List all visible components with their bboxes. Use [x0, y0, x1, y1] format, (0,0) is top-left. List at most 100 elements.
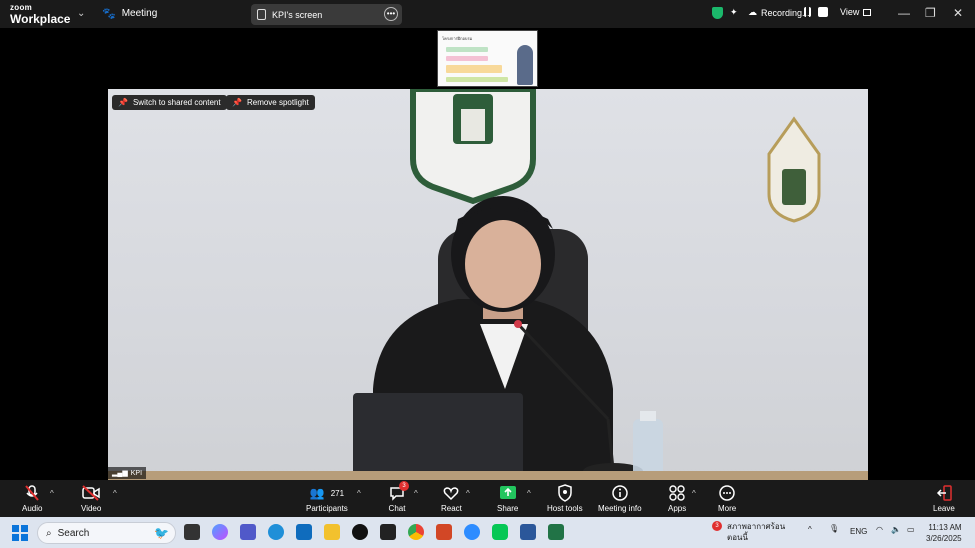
meeting-menu[interactable]: 🐾 Meeting — [102, 7, 157, 20]
share-label: Share — [497, 504, 519, 513]
cloud-icon: ☁ — [748, 7, 757, 17]
speaker-scene — [108, 89, 868, 480]
pause-recording-button[interactable] — [804, 7, 811, 17]
windows-start-icon[interactable] — [12, 525, 28, 541]
clock-time: 11:13 AM — [928, 523, 962, 532]
apps-button[interactable]: Apps — [668, 484, 686, 513]
camera-off-icon — [81, 484, 101, 502]
weather-line1: สภาพอากาศร้อน — [727, 522, 786, 531]
stop-recording-button[interactable] — [818, 7, 828, 17]
file-explorer-icon[interactable] — [324, 524, 340, 540]
teams-icon[interactable] — [240, 524, 256, 540]
screen-label: KPI's screen — [272, 9, 323, 20]
chat-options-chevron-icon[interactable]: ^ — [414, 489, 418, 498]
sticky-app-icon[interactable] — [380, 524, 396, 540]
line-icon[interactable] — [492, 524, 508, 540]
host-tools-button[interactable]: Host tools — [547, 484, 583, 513]
audio-options-chevron-icon[interactable]: ^ — [50, 489, 54, 498]
search-icon: ⌕ — [46, 527, 52, 539]
title-bar: zoom Workplace ⌄ 🐾 Meeting KPI's screen … — [0, 0, 975, 28]
meeting-info-button[interactable]: Meeting info — [598, 484, 642, 513]
participant-name-tag: ▂▄▆ KPI — [108, 467, 147, 479]
shared-screen-indicator[interactable]: KPI's screen ••• — [251, 4, 402, 25]
powerpoint-icon[interactable] — [436, 524, 452, 540]
thumbnail-item — [446, 77, 508, 82]
security-shield-icon[interactable] — [712, 7, 723, 19]
remove-spotlight-button[interactable]: 📌 Remove spotlight — [226, 95, 315, 110]
view-menu[interactable]: View — [840, 7, 872, 17]
participants-button[interactable]: 👥 271 Participants — [306, 484, 348, 513]
microphone-icon[interactable]: 🎙 — [829, 524, 839, 533]
dell-icon[interactable] — [352, 524, 368, 540]
close-icon[interactable]: ✕ — [953, 6, 963, 20]
share-arrow-icon — [499, 484, 517, 502]
video-options-chevron-icon[interactable]: ^ — [113, 489, 117, 498]
signal-bars-icon: ▂▄▆ — [112, 470, 128, 477]
react-options-chevron-icon[interactable]: ^ — [466, 489, 470, 498]
heart-icon — [442, 484, 460, 502]
participants-count: 271 — [330, 488, 345, 498]
remove-spotlight-label: Remove spotlight — [246, 98, 309, 107]
search-placeholder: Search — [57, 527, 90, 539]
shared-content-thumbnail[interactable]: โครงการฝึกอบรม — [437, 30, 538, 87]
chrome-icon[interactable] — [408, 524, 424, 540]
copilot-icon[interactable] — [212, 524, 228, 540]
minimize-icon[interactable]: — — [898, 6, 910, 20]
chat-bubble-icon: 3 — [388, 481, 409, 502]
more-button[interactable]: More — [718, 484, 736, 513]
excel-icon[interactable] — [548, 524, 564, 540]
video-label: Video — [81, 504, 102, 513]
people-icon: 👥 — [309, 486, 325, 500]
task-view-icon[interactable] — [184, 524, 200, 540]
react-label: React — [441, 504, 462, 513]
switch-to-shared-content-button[interactable]: 📌 Switch to shared content — [112, 95, 227, 110]
audio-button[interactable]: Audio — [22, 484, 42, 513]
pin-icon: 📌 — [118, 98, 128, 107]
apps-label: Apps — [668, 504, 687, 513]
grid-icon — [863, 8, 872, 16]
weather-widget[interactable]: 3 สภาพอากาศร้อน ตอนนี้ — [707, 521, 785, 543]
more-options-icon[interactable]: ••• — [384, 7, 398, 21]
apps-options-chevron-icon[interactable]: ^ — [692, 489, 696, 498]
battery-icon[interactable]: ▭ — [907, 525, 915, 534]
meeting-info-label: Meeting info — [598, 504, 642, 513]
language-indicator[interactable]: ENG — [850, 527, 867, 536]
wifi-icon[interactable]: ◠ — [876, 525, 883, 534]
zoom-icon[interactable] — [464, 524, 480, 540]
more-icon — [718, 484, 736, 502]
video-button[interactable]: Video — [81, 484, 101, 513]
clock[interactable]: 11:13 AM 3/26/2025 — [926, 522, 962, 544]
restore-icon[interactable]: ❐ — [925, 6, 936, 20]
thumbnail-item — [446, 47, 488, 52]
share-options-chevron-icon[interactable]: ^ — [527, 489, 531, 498]
chevron-down-icon[interactable]: ⌄ — [77, 8, 85, 19]
leave-label: Leave — [933, 504, 955, 513]
volume-icon[interactable]: 🔈 — [891, 525, 901, 534]
outlook-icon[interactable] — [296, 524, 312, 540]
word-icon[interactable] — [520, 524, 536, 540]
tray-overflow-chevron-icon[interactable]: ^ — [808, 525, 812, 534]
zoom-logo: zoom Workplace — [10, 4, 70, 26]
chat-button[interactable]: 3 Chat — [388, 481, 409, 513]
emblem-center — [410, 89, 536, 205]
presenter-illustration — [517, 45, 533, 85]
share-button[interactable]: Share — [497, 484, 518, 513]
clock-date: 3/26/2025 — [926, 534, 962, 543]
thumbnail-title: โครงการฝึกอบรม — [442, 36, 473, 41]
participants-options-chevron-icon[interactable]: ^ — [357, 489, 361, 498]
chat-badge: 3 — [399, 481, 409, 491]
participants-label: Participants — [306, 504, 348, 513]
emblem-right — [767, 116, 821, 223]
react-button[interactable]: React — [441, 484, 462, 513]
leave-button[interactable]: Leave — [933, 484, 955, 513]
audio-label: Audio — [22, 504, 43, 513]
spotlight-video — [108, 89, 868, 480]
taskbar-search[interactable]: ⌕ Search 🐦 — [37, 522, 176, 544]
edge-icon[interactable] — [268, 524, 284, 540]
mic-muted-icon — [23, 484, 41, 502]
leave-icon — [935, 484, 953, 502]
ai-companion-icon[interactable]: ✦ — [730, 7, 738, 18]
weather-badge: 3 — [712, 521, 722, 531]
windows-taskbar: ⌕ Search 🐦 3 สภาพอากาศร้อน ตอนนี้ ^ 🎙 EN… — [0, 517, 975, 548]
switch-label: Switch to shared content — [132, 98, 221, 107]
